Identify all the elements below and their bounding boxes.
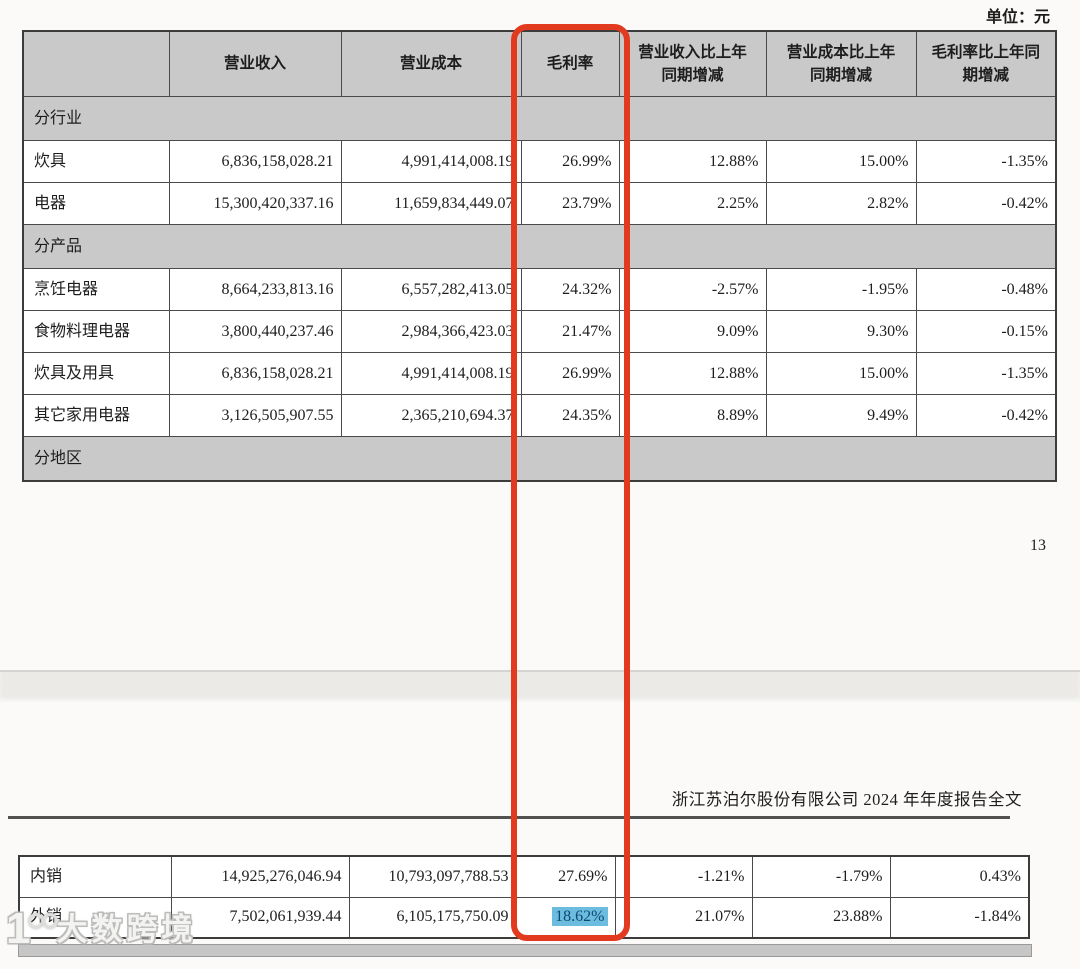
section-row-by-product: 分产品	[22, 224, 1057, 269]
cell-cost: 2,984,366,423.03	[340, 310, 522, 353]
cell-cost-change: 2.82%	[765, 182, 917, 225]
cell-revenue: 8,664,233,813.16	[168, 268, 342, 311]
cell-cost-change: -1.95%	[765, 268, 917, 311]
cell-margin-change: -0.48%	[915, 268, 1057, 311]
cell-revenue-change: 21.07%	[614, 896, 753, 939]
header-revenue-yoy: 营业收入比上年 同期增减	[618, 30, 767, 97]
header-rule-line	[8, 816, 1010, 819]
cell-revenue-change: -2.57%	[618, 268, 767, 311]
cell-cost: 4,991,414,008.19	[340, 352, 522, 395]
section-label: 分行业	[22, 96, 1057, 141]
cell-cost-change: -1.79%	[751, 855, 891, 898]
page-number: 13	[1030, 537, 1046, 554]
cell-cost-change: 15.00%	[765, 352, 917, 395]
row-label: 其它家用电器	[22, 394, 170, 437]
watermark: 1 大数跨境	[6, 907, 197, 951]
watermark-brand-text: 大数跨境	[56, 912, 197, 948]
table-header-row: 营业收入 营业成本 毛利率 营业收入比上年 同期增减 营业成本比上年 同期增减 …	[22, 30, 1057, 97]
report-title: 浙江苏泊尔股份有限公司 2024 年年度报告全文	[671, 790, 1022, 809]
table-row-domestic-sales: 内销 14,925,276,046.94 10,793,097,788.53 2…	[18, 855, 1030, 898]
table-row-other-household-appliances: 其它家用电器 3,126,505,907.55 2,365,210,694.37…	[22, 394, 1057, 437]
table-row-cookware: 炊具 6,836,158,028.21 4,991,414,008.19 26.…	[22, 140, 1057, 183]
section-row-by-region: 分地区	[22, 436, 1057, 482]
row-label: 炊具及用具	[22, 352, 170, 395]
table-row-cooking-appliances: 烹饪电器 8,664,233,813.16 6,557,282,413.05 2…	[22, 268, 1057, 311]
segment-margin-table: 营业收入 营业成本 毛利率 营业收入比上年 同期增减 营业成本比上年 同期增减 …	[22, 30, 1057, 482]
cell-margin: 24.35%	[520, 394, 620, 437]
table-row-food-prep-appliances: 食物料理电器 3,800,440,237.46 2,984,366,423.03…	[22, 310, 1057, 353]
cell-margin-change: -0.42%	[915, 182, 1057, 225]
cell-margin-change: -1.35%	[915, 352, 1057, 395]
table-row-appliances: 电器 15,300,420,337.16 11,659,834,449.07 2…	[22, 182, 1057, 225]
cell-revenue: 15,300,420,337.16	[168, 182, 342, 225]
cell-margin: 18.62%	[515, 896, 616, 939]
cell-revenue: 6,836,158,028.21	[168, 352, 342, 395]
cell-revenue-change: 9.09%	[618, 310, 767, 353]
cell-cost-change: 9.30%	[765, 310, 917, 353]
unit-label: 单位：元	[985, 9, 1050, 26]
cell-cost: 4,991,414,008.19	[340, 140, 522, 183]
cell-revenue: 7,502,061,939.44	[170, 896, 350, 939]
cell-margin: 21.47%	[520, 310, 620, 353]
cell-revenue: 14,925,276,046.94	[170, 855, 350, 898]
cell-margin-change: -1.84%	[889, 896, 1030, 939]
cell-cost-change: 9.49%	[765, 394, 917, 437]
cell-margin-change: -1.35%	[915, 140, 1057, 183]
selection-highlight[interactable]: 18.62%	[552, 907, 608, 927]
cell-cost: 11,659,834,449.07	[340, 182, 522, 225]
page-separator-band	[0, 670, 1080, 702]
cell-cost-change: 15.00%	[765, 140, 917, 183]
cell-margin: 26.99%	[520, 352, 620, 395]
document-page: 单位：元 营业收入 营业成本 毛利率 营业收入比上年 同期增减 营业成本比上年 …	[0, 0, 1080, 969]
cell-revenue: 3,800,440,237.46	[168, 310, 342, 353]
cell-revenue-change: 8.89%	[618, 394, 767, 437]
cell-revenue-change: -1.21%	[614, 855, 753, 898]
cell-margin-change: -0.42%	[915, 394, 1057, 437]
section-label: 分产品	[22, 224, 1057, 269]
cell-cost: 6,105,175,750.09	[348, 896, 517, 939]
cell-margin: 23.79%	[520, 182, 620, 225]
cell-revenue: 3,126,505,907.55	[168, 394, 342, 437]
section-row-by-industry: 分行业	[22, 96, 1057, 141]
row-label: 烹饪电器	[22, 268, 170, 311]
cell-margin-change: -0.15%	[915, 310, 1057, 353]
cell-cost: 2,365,210,694.37	[340, 394, 522, 437]
row-label: 电器	[22, 182, 170, 225]
row-label: 食物料理电器	[22, 310, 170, 353]
header-cost: 营业成本	[340, 30, 522, 97]
cell-margin-change: 0.43%	[889, 855, 1030, 898]
header-empty-cell	[22, 30, 170, 97]
row-label: 炊具	[22, 140, 170, 183]
cell-revenue-change: 12.88%	[618, 352, 767, 395]
cell-margin: 26.99%	[520, 140, 620, 183]
header-gross-margin: 毛利率	[520, 30, 620, 97]
cell-cost-change: 23.88%	[751, 896, 891, 939]
section-label: 分地区	[22, 436, 1057, 482]
cell-cost: 10,793,097,788.53	[348, 855, 517, 898]
table-row-cookware-utensils: 炊具及用具 6,836,158,028.21 4,991,414,008.19 …	[22, 352, 1057, 395]
header-margin-yoy: 毛利率比上年同 期增减	[915, 30, 1057, 97]
header-revenue: 营业收入	[168, 30, 342, 97]
row-label: 内销	[18, 855, 172, 898]
header-cost-yoy: 营业成本比上年 同期增减	[765, 30, 917, 97]
cell-revenue: 6,836,158,028.21	[168, 140, 342, 183]
cell-revenue-change: 2.25%	[618, 182, 767, 225]
cell-cost: 6,557,282,413.05	[340, 268, 522, 311]
cell-margin: 24.32%	[520, 268, 620, 311]
cell-revenue-change: 12.88%	[618, 140, 767, 183]
cell-margin: 27.69%	[515, 855, 616, 898]
watermark-logo-icon: 1	[6, 907, 59, 951]
